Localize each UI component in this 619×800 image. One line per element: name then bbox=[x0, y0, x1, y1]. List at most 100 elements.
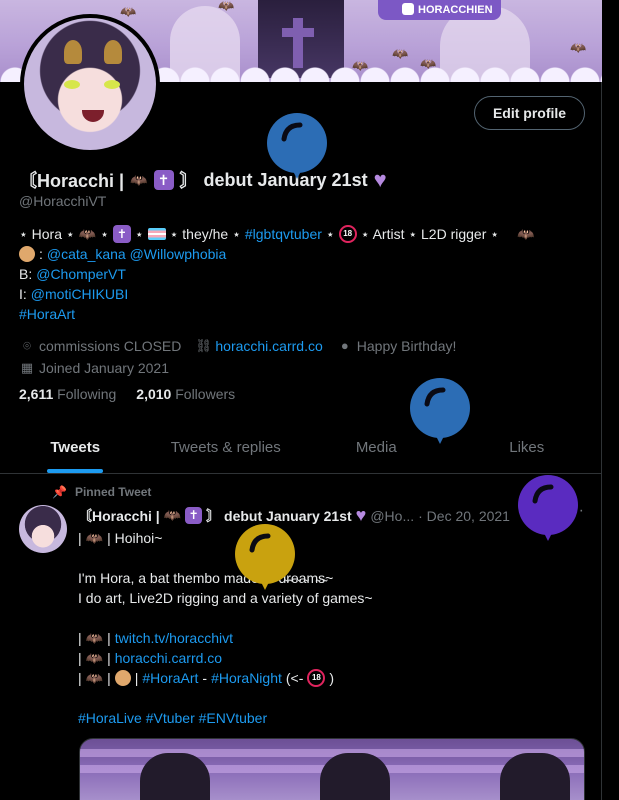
active-tab-indicator bbox=[47, 469, 104, 473]
bio-text: I: bbox=[19, 286, 27, 302]
tweet-line: I do art, Live2D rigging and a variety o… bbox=[78, 590, 373, 606]
tweet-greeting: | Hoihoi~ bbox=[107, 530, 163, 546]
palette-icon bbox=[19, 246, 35, 262]
bat-icon: 🦇 bbox=[517, 226, 535, 242]
purple-heart-icon: ♥ bbox=[373, 167, 387, 192]
r18-icon: 18 bbox=[307, 669, 326, 687]
horn-shape bbox=[104, 40, 122, 64]
tweet-text-fragment: ) bbox=[329, 670, 335, 686]
horn-shape bbox=[64, 40, 82, 64]
media-character bbox=[500, 753, 570, 800]
tab-tweets[interactable]: Tweets bbox=[0, 422, 151, 473]
r18-icon: 18 bbox=[338, 225, 357, 243]
balloon-icon: ● bbox=[340, 338, 349, 353]
bat-icon: 🦇 bbox=[85, 670, 104, 686]
bracket-text: | bbox=[134, 670, 139, 686]
bat-icon: 🦇 bbox=[392, 46, 409, 61]
bio-text: B: bbox=[19, 266, 33, 282]
tweet-media-image[interactable] bbox=[79, 738, 585, 800]
display-name-bracket: 〙 bbox=[179, 171, 198, 191]
tab-likes[interactable]: Likes bbox=[452, 422, 603, 473]
bat-icon: 🦇 bbox=[85, 650, 104, 666]
pinned-text: Pinned Tweet bbox=[74, 485, 152, 499]
page-right-rail bbox=[602, 0, 619, 800]
author-name-text: 〘Horacchi | bbox=[78, 507, 160, 524]
media-character bbox=[320, 753, 390, 800]
hashtag-link[interactable]: #HoraNight bbox=[211, 668, 282, 688]
tweet-hashtags[interactable]: #HoraLive #Vtuber #ENVtuber bbox=[78, 708, 267, 728]
tweet-author-avatar[interactable] bbox=[19, 505, 67, 553]
author-name-debut: 〙 debut January 21st bbox=[206, 507, 352, 524]
avatar-eye bbox=[64, 80, 80, 89]
following-label: Following bbox=[57, 386, 117, 402]
bio-text: : bbox=[39, 246, 43, 262]
bat-icon: 🦇 bbox=[85, 630, 104, 646]
tweet-author-handle[interactable]: @Ho... bbox=[370, 508, 414, 524]
tweet-author-name[interactable]: 〘Horacchi | 🦇 ✝ 〙 debut January 21st ♥ bbox=[78, 505, 366, 526]
profile-display-name: 〘Horacchi | 🦇 ✝ 〙 debut January 21st ♥ bbox=[19, 167, 387, 193]
edit-profile-button[interactable]: Edit profile bbox=[474, 96, 585, 130]
bracket-text: | bbox=[107, 650, 111, 666]
bracket-text: | bbox=[107, 670, 111, 686]
birthday-balloon-icon[interactable] bbox=[234, 524, 296, 600]
tab-label: Media bbox=[355, 439, 397, 456]
bio-text: ⋆ bbox=[100, 226, 109, 242]
purple-heart-icon: ♥ bbox=[355, 505, 367, 525]
bio-text: ⋆ they/he ⋆ bbox=[169, 226, 241, 242]
calendar-icon: ▦ bbox=[20, 360, 34, 375]
tab-label: Tweets & replies bbox=[170, 439, 281, 456]
link-icon: ⛓ bbox=[195, 338, 212, 353]
carrd-link[interactable]: horacchi.carrd.co bbox=[115, 648, 222, 668]
tweet-dash: - bbox=[202, 670, 208, 686]
banner-cross-icon bbox=[282, 18, 314, 68]
bio-text: ⋆ Hora ⋆ bbox=[19, 226, 75, 242]
cross-icon: ✝ bbox=[153, 170, 174, 190]
tweet-text: | 🦇 | Hoihoi~ I'm Hora, a bat thembo made … bbox=[78, 528, 373, 728]
profile-website-link[interactable]: horacchi.carrd.co bbox=[215, 336, 322, 356]
followers-link[interactable]: 2,010 Followers bbox=[136, 386, 235, 402]
followers-label: Followers bbox=[175, 386, 236, 402]
profile-location: commissions CLOSED bbox=[39, 338, 182, 354]
hashtag-link[interactable]: #HoraArt bbox=[142, 668, 198, 688]
bio-mention-link[interactable]: @ChomperVT bbox=[36, 264, 126, 284]
tweet-text-fragment: (<- bbox=[285, 670, 304, 686]
twitch-link[interactable]: twitch.tv/horacchivt bbox=[115, 628, 233, 648]
birthday-balloon-icon[interactable] bbox=[266, 113, 328, 195]
bracket-text: | bbox=[78, 670, 82, 686]
profile-avatar[interactable] bbox=[20, 14, 160, 154]
bracket-text: | bbox=[78, 650, 82, 666]
bio-hashtag-link[interactable]: #HoraArt bbox=[19, 304, 75, 324]
bio-separator: ⋆ bbox=[325, 226, 335, 242]
following-link[interactable]: 2,611 Following bbox=[19, 386, 116, 402]
follow-stats: 2,611 Following 2,010 Followers bbox=[19, 386, 235, 402]
bio-mention-link[interactable]: @motiCHIKUBI bbox=[31, 284, 128, 304]
tiktok-icon bbox=[402, 3, 414, 15]
birthday-balloon-icon[interactable] bbox=[517, 475, 579, 549]
bat-icon: 🦇 bbox=[218, 0, 235, 13]
tab-tweets-and-replies[interactable]: Tweets & replies bbox=[151, 422, 302, 473]
profile-joined-date: Joined January 2021 bbox=[39, 360, 169, 376]
profile-tabs: Tweets Tweets & replies Media Likes bbox=[0, 422, 602, 474]
following-count: 2,611 bbox=[19, 386, 54, 402]
banner-tag-text: HORACCHIEN bbox=[418, 4, 493, 16]
media-character bbox=[140, 753, 210, 800]
pinned-tweet-label: 📌 Pinned Tweet bbox=[52, 485, 151, 499]
birthday-balloon-icon[interactable] bbox=[409, 378, 471, 452]
bio-mention-links[interactable]: @cata_kana @Willowphobia bbox=[47, 244, 226, 264]
bat-icon: 🦇 bbox=[163, 507, 182, 523]
profile-handle: @HoracchiVT bbox=[19, 193, 107, 209]
bio-hashtag-link[interactable]: #lgbtqvtuber bbox=[245, 224, 322, 244]
palette-icon bbox=[114, 670, 131, 686]
profile-birthday: Happy Birthday! bbox=[356, 338, 457, 354]
bat-icon: 🦇 bbox=[130, 171, 148, 188]
tweet-date[interactable]: · Dec 20, 2021 bbox=[418, 508, 510, 524]
bat-icon: 🦇 bbox=[120, 4, 137, 19]
bracket-text: | bbox=[78, 530, 82, 546]
bio-text: ⋆ bbox=[134, 226, 144, 242]
tweet-header: 〘Horacchi | 🦇 ✝ 〙 debut January 21st ♥ @… bbox=[78, 505, 510, 526]
bio-text: ⋆ Artist ⋆ L2D rigger ⋆ bbox=[360, 226, 500, 242]
pin-icon: 📌 bbox=[52, 485, 67, 499]
bracket-text: | bbox=[78, 630, 82, 646]
profile-bio: ⋆ Hora ⋆ 🦇 ⋆ ✝ ⋆ ⋆ they/he ⋆ #lgbtqvtube… bbox=[19, 224, 534, 324]
bat-icon: 🦇 bbox=[85, 530, 104, 546]
